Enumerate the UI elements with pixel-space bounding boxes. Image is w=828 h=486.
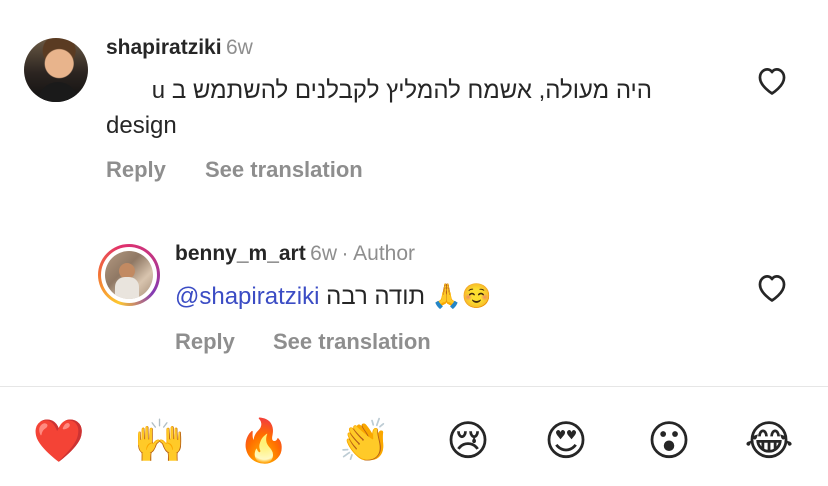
reaction-fire[interactable]: 🔥 (236, 416, 292, 466)
comment-1-header: shapiratziki 6w (106, 36, 253, 60)
reaction-clapping-hands[interactable]: 👏 (337, 416, 393, 466)
comment-2-username[interactable]: benny_m_art (175, 242, 306, 265)
comment-2-hebrew-text: תודה רבה (326, 283, 426, 310)
comment-2-header: benny_m_art 6w · Author (175, 242, 415, 266)
comment-1-username[interactable]: shapiratziki (106, 36, 222, 59)
avatar-benny-m-art[interactable] (98, 244, 160, 306)
comment-2-reply-button[interactable]: Reply (175, 329, 235, 355)
comment-1-text-line-2: design (106, 112, 177, 139)
avatar-photo-detail (38, 82, 78, 102)
comment-2-text: @shapiratziki תודה רבה 🙏☺️ (175, 279, 491, 314)
mention-link[interactable]: @shapiratziki (175, 283, 319, 310)
reaction-tears-of-joy[interactable]: 😂 (741, 416, 797, 466)
reaction-raising-hands[interactable]: 🙌 (132, 416, 188, 466)
avatar-ring-gap (101, 247, 157, 303)
reaction-crying-face[interactable]: 😢 (440, 416, 496, 466)
reaction-red-heart[interactable]: ❤️ (31, 416, 87, 466)
comment-1-time: 6w (226, 36, 253, 59)
comment-1-reply-button[interactable]: Reply (106, 157, 166, 183)
avatar-shapiratziki[interactable] (24, 38, 88, 102)
heart-outline-icon[interactable] (755, 64, 789, 96)
comment-1-see-translation-button[interactable]: See translation (205, 157, 363, 183)
author-badge: · Author (341, 242, 416, 265)
heart-outline-icon[interactable] (755, 271, 789, 303)
avatar-photo (105, 251, 153, 299)
comment-2-see-translation-button[interactable]: See translation (273, 329, 431, 355)
avatar-photo-detail (115, 277, 139, 299)
comment-1-text-line-1: היה מעולה, אשמח להמליץ לקבלנים להשתמש ב … (151, 77, 652, 104)
reaction-surprised-face[interactable]: 😮 (641, 416, 697, 466)
reaction-heart-eyes[interactable]: 😍 (538, 416, 594, 466)
comment-2-time: 6w (310, 242, 338, 265)
divider (0, 386, 828, 387)
comment-2-emojis: 🙏☺️ (431, 283, 492, 310)
